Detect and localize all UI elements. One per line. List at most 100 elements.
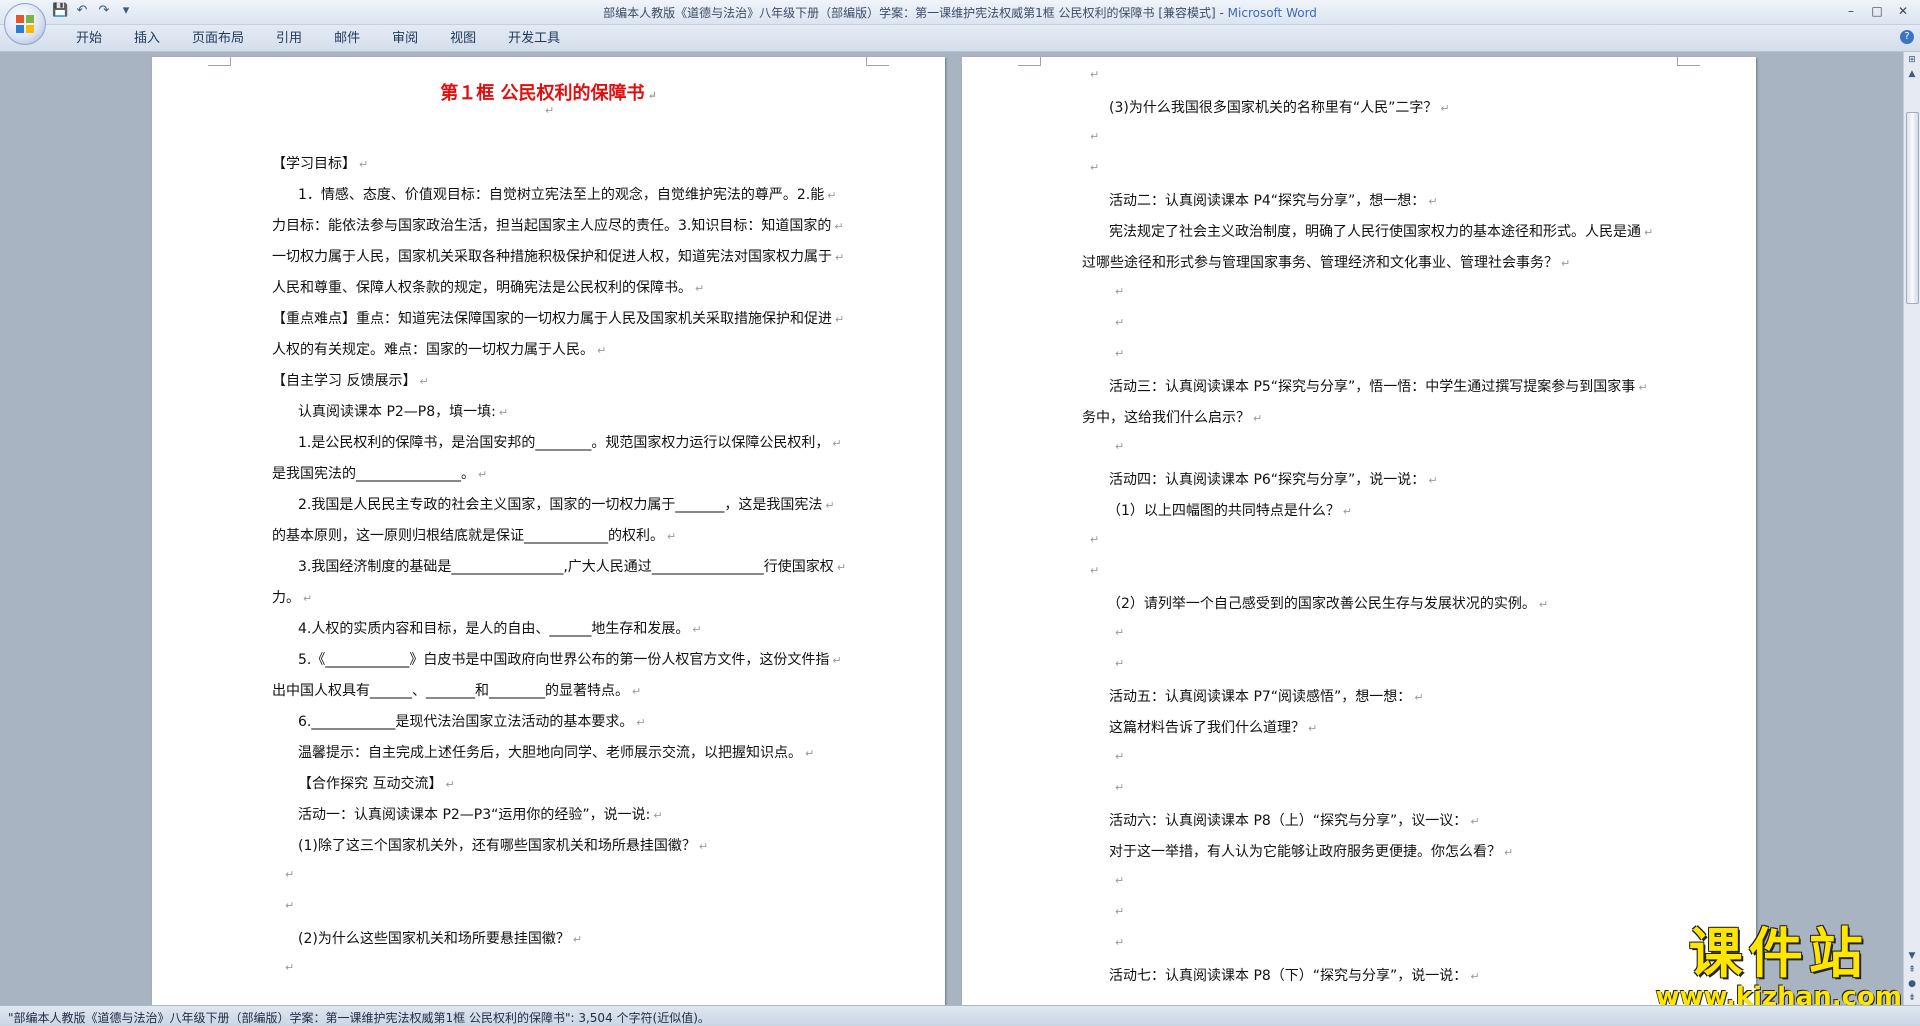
line-text: 宪法规定了社会主义政治制度，明确了人民行使国家权力的基本途径和形式。人民是通 (1109, 224, 1641, 240)
line-text: 1．情感、态度、价值观目标：自觉树立宪法至上的观念，自觉维护宪法的尊严。2.能 (298, 187, 825, 203)
paragraph-mark: ↵ (805, 747, 815, 760)
line-text: 认真阅读课本 P2—P8，填一填: (298, 404, 496, 420)
paragraph-mark: ↵ (1115, 781, 1125, 794)
paragraph-mark: ↵ (1090, 533, 1100, 546)
maximize-button[interactable]: □ (1864, 2, 1890, 20)
paragraph-mark: ↵ (1470, 970, 1480, 983)
paragraph-mark: ↵ (285, 868, 295, 881)
paragraph-mark: ↵ (695, 282, 705, 295)
line-text: 【合作探究 互动交流】 (298, 776, 443, 792)
line-text: 活动三：认真阅读课本 P5“探究与分享”，悟一悟：中学生通过撰写提案参与到国家事 (1109, 379, 1636, 395)
document-line: ↵ (1112, 314, 1124, 330)
document-line: ↵ (1112, 748, 1124, 764)
document-title: 部编本人教版《道德与法治》八年级下册（部编版）学案：第一课维护宪法权威第1框 公… (603, 6, 1228, 20)
window-title: 部编本人教版《道德与法治》八年级下册（部编版）学案：第一课维护宪法权威第1框 公… (0, 4, 1920, 21)
paragraph-mark: ↵ (1440, 102, 1450, 115)
document-line: 人权的有关规定。难点：国家的一切权力属于人民。 ↵ (272, 339, 606, 359)
document-line: ↵ (1112, 934, 1124, 950)
document-line: ↵ (1112, 655, 1124, 671)
line-text: 是我国宪法的_______________。 (272, 466, 475, 482)
paragraph-mark: ↵ (1428, 195, 1438, 208)
line-text: 【重点难点】重点：知道宪法保障国家的一切权力属于人民及国家机关采取措施保护和促进 (272, 311, 832, 327)
document-line: 力。 ↵ (272, 587, 312, 607)
paragraph-mark: ↵ (1638, 381, 1648, 394)
ribbon-tab[interactable]: 引用 (260, 30, 318, 48)
close-button[interactable]: ✕ (1890, 2, 1916, 20)
line-text: 力。 (272, 590, 300, 606)
margin-corner-mark (1677, 57, 1700, 66)
paragraph-mark: ↵ (498, 406, 509, 419)
line-text: 【学习目标】 (272, 156, 356, 172)
line-text: 5.《____________》白皮书是中国政府向世界公布的第一份人权官方文件，… (298, 652, 830, 668)
paragraph-mark: ↵ (1115, 874, 1125, 887)
paragraph-mark: ↵ (285, 961, 295, 974)
minimize-button[interactable]: – (1838, 2, 1864, 20)
document-line: ↵ (542, 102, 554, 118)
line-text: 3.我国经济制度的基础是________________,广大人民通过_____… (298, 559, 834, 575)
window-controls: – □ ✕ (1838, 2, 1916, 20)
app-name: Microsoft Word (1227, 6, 1317, 20)
document-line: 5.《____________》白皮书是中国政府向世界公布的第一份人权官方文件，… (298, 649, 842, 669)
scroll-down-icon[interactable]: ▼ (1906, 950, 1918, 962)
line-text: 人民和尊重、保障人权条款的规定，明确宪法是公民权利的保障书。 (272, 280, 692, 296)
office-button[interactable] (4, 3, 46, 45)
line-text: 一切权力属于人民，国家机关采取各种措施积极保护和促进人权，知道宪法对国家权力属于 (272, 249, 832, 265)
document-line: ↵ (1087, 562, 1099, 578)
document-line: ↵ (282, 897, 294, 913)
line-text: 2.我国是人民民主专政的社会主义国家，国家的一切权力属于_______，这是我国… (298, 497, 823, 513)
line-text: 务中，这给我们什么启示？ (1082, 410, 1250, 426)
document-line: 对于这一举措，有人认为它能够让政府服务更便捷。你怎么看？ ↵ (1109, 841, 1513, 861)
document-line: 1．情感、态度、价值观目标：自觉树立宪法至上的观念，自觉维护宪法的尊严。2.能 ↵ (298, 184, 836, 204)
document-line: 6.____________是现代法治国家立法活动的基本要求。 ↵ (298, 711, 646, 731)
browse-object-icon[interactable]: ● (1906, 978, 1918, 990)
line-text: 出中国人权具有______、_______和________的显著特点。 (272, 683, 629, 699)
line-text: 活动五：认真阅读课本 P7“阅读感悟”，想一想： (1109, 689, 1412, 705)
ribbon-tab[interactable]: 视图 (434, 30, 492, 48)
scroll-thumb[interactable] (1906, 112, 1919, 304)
paragraph-mark: ↵ (545, 104, 555, 117)
page-2[interactable]: ↵ (3)为什么我国很多国家机关的名称里有“人民”二字？ ↵ ↵ ↵ 活动二：认真阅读课本… (962, 57, 1756, 1005)
help-icon[interactable]: ? (1900, 30, 1914, 44)
line-text: 对于这一举措，有人认为它能够让政府服务更便捷。你怎么看？ (1109, 844, 1501, 860)
document-line: (1)除了这三个国家机关外，还有哪些国家机关和场所悬挂国徽？ ↵ (298, 835, 708, 855)
next-page-icon[interactable]: ⇟ (1906, 992, 1918, 1004)
ribbon-tab[interactable]: 开发工具 (492, 30, 576, 48)
ribbon-tab[interactable]: 开始 (60, 30, 118, 48)
paragraph-mark: ↵ (1090, 130, 1100, 143)
document-line: 力目标：能依法参与国家政治生活，担当起国家主人应尽的责任。3.知识目标：知道国家… (272, 215, 844, 235)
line-text: （2）请列举一个自己感受到的国家改善公民生存与发展状况的实例。 (1107, 596, 1536, 612)
ribbon-tab[interactable]: 插入 (118, 30, 176, 48)
line-text: 力目标：能依法参与国家政治生活，担当起国家主人应尽的责任。3.知识目标：知道国家… (272, 218, 832, 234)
ribbon-tab[interactable]: 页面布局 (176, 30, 260, 48)
status-word-count: "部编本人教版《道德与法治》八年级下册（部编版）学案：第一课维护宪法权威第1框 … (8, 1011, 710, 1025)
margin-corner-mark (208, 57, 231, 66)
document-line: 4.人权的实质内容和目标，是人的自由、______地生存和发展。 ↵ (298, 618, 702, 638)
ribbon: 开始 插入 页面布局 引用 邮件 审阅 视图 开发工具 ? (0, 25, 1920, 52)
document-line: 是我国宪法的_______________。 ↵ (272, 463, 487, 483)
previous-page-icon[interactable]: ⇞ (1906, 964, 1918, 976)
scroll-up-icon[interactable]: ▲ (1906, 68, 1918, 80)
paragraph-mark: ↵ (359, 158, 369, 171)
margin-corner-mark (1018, 57, 1041, 66)
line-text: 这篇材料告诉了我们什么道理？ (1109, 720, 1305, 736)
paragraph-mark: ↵ (832, 654, 842, 667)
line-text: 1.是公民权利的保障书，是治国安邦的________。规范国家权力运行以保障公民… (298, 435, 830, 451)
line-text: 的基本原则，这一原则归根结底就是保证____________的权利。 (272, 528, 664, 544)
paragraph-mark: ↵ (1470, 815, 1480, 828)
document-line: 【自主学习 反馈展示】 ↵ (272, 370, 429, 390)
document-line: (2)为什么这些国家机关和场所要悬挂国徽？ ↵ (298, 928, 582, 948)
page-1[interactable]: 第１框 公民权利的保障书 ↵ ↵ 【学习目标】 ↵ 1．情感、态度、价值观目标：自觉树立… (152, 57, 945, 1005)
ribbon-tab[interactable]: 邮件 (318, 30, 376, 48)
document-line: ↵ (1112, 283, 1124, 299)
ribbon-tab[interactable]: 审阅 (376, 30, 434, 48)
document-line: ↵ (1112, 345, 1124, 361)
document-line: ↵ (1112, 624, 1124, 640)
paragraph-mark: ↵ (827, 189, 837, 202)
document-area[interactable]: 第１框 公民权利的保障书 ↵ ↵ 【学习目标】 ↵ 1．情感、态度、价值观目标：自觉树立… (0, 52, 1904, 1005)
ruler-toggle-icon[interactable]: ⊞ (1906, 54, 1918, 66)
paragraph-mark: ↵ (825, 499, 835, 512)
paragraph-mark: ↵ (632, 685, 642, 698)
paragraph-mark: ↵ (445, 778, 455, 791)
vertical-scrollbar[interactable]: ⊞ ▲ ▼ ⇞ ● ⇟ (1903, 52, 1920, 1005)
paragraph-mark: ↵ (692, 623, 702, 636)
